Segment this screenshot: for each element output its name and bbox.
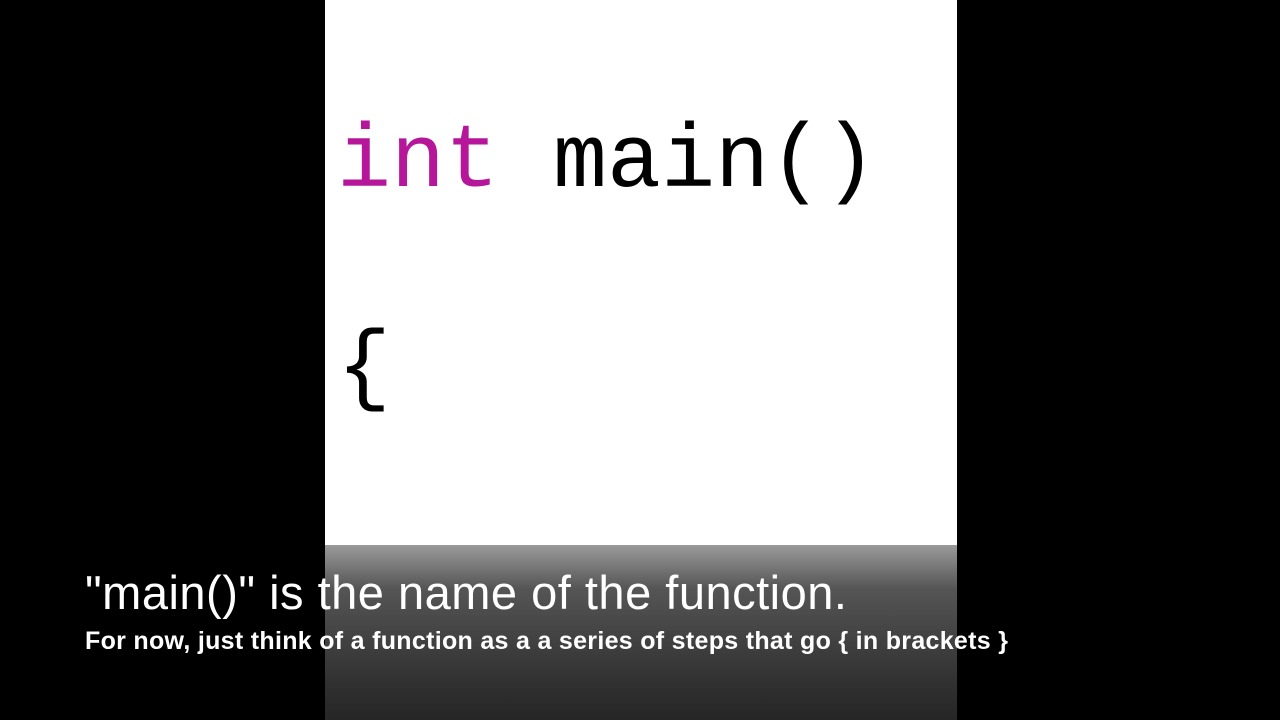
code-line-1: int main() bbox=[337, 112, 945, 216]
keyword-int: int bbox=[337, 112, 499, 214]
code-block: int main() { return 0; } bbox=[325, 0, 957, 545]
caption-secondary: For now, just think of a function as a a… bbox=[85, 627, 1195, 656]
parens: () bbox=[769, 112, 877, 214]
frame: int main() { return 0; } "main()" is the… bbox=[0, 0, 1280, 720]
caption-text: "main()" is the name of the function. Fo… bbox=[85, 565, 1195, 656]
code-line-3 bbox=[337, 526, 945, 546]
caption-primary: "main()" is the name of the function. bbox=[85, 565, 1195, 621]
code-panel: int main() { return 0; } bbox=[325, 0, 957, 545]
open-brace: { bbox=[337, 319, 391, 421]
identifier-main: main bbox=[553, 112, 769, 214]
code-line-2: { bbox=[337, 319, 945, 423]
